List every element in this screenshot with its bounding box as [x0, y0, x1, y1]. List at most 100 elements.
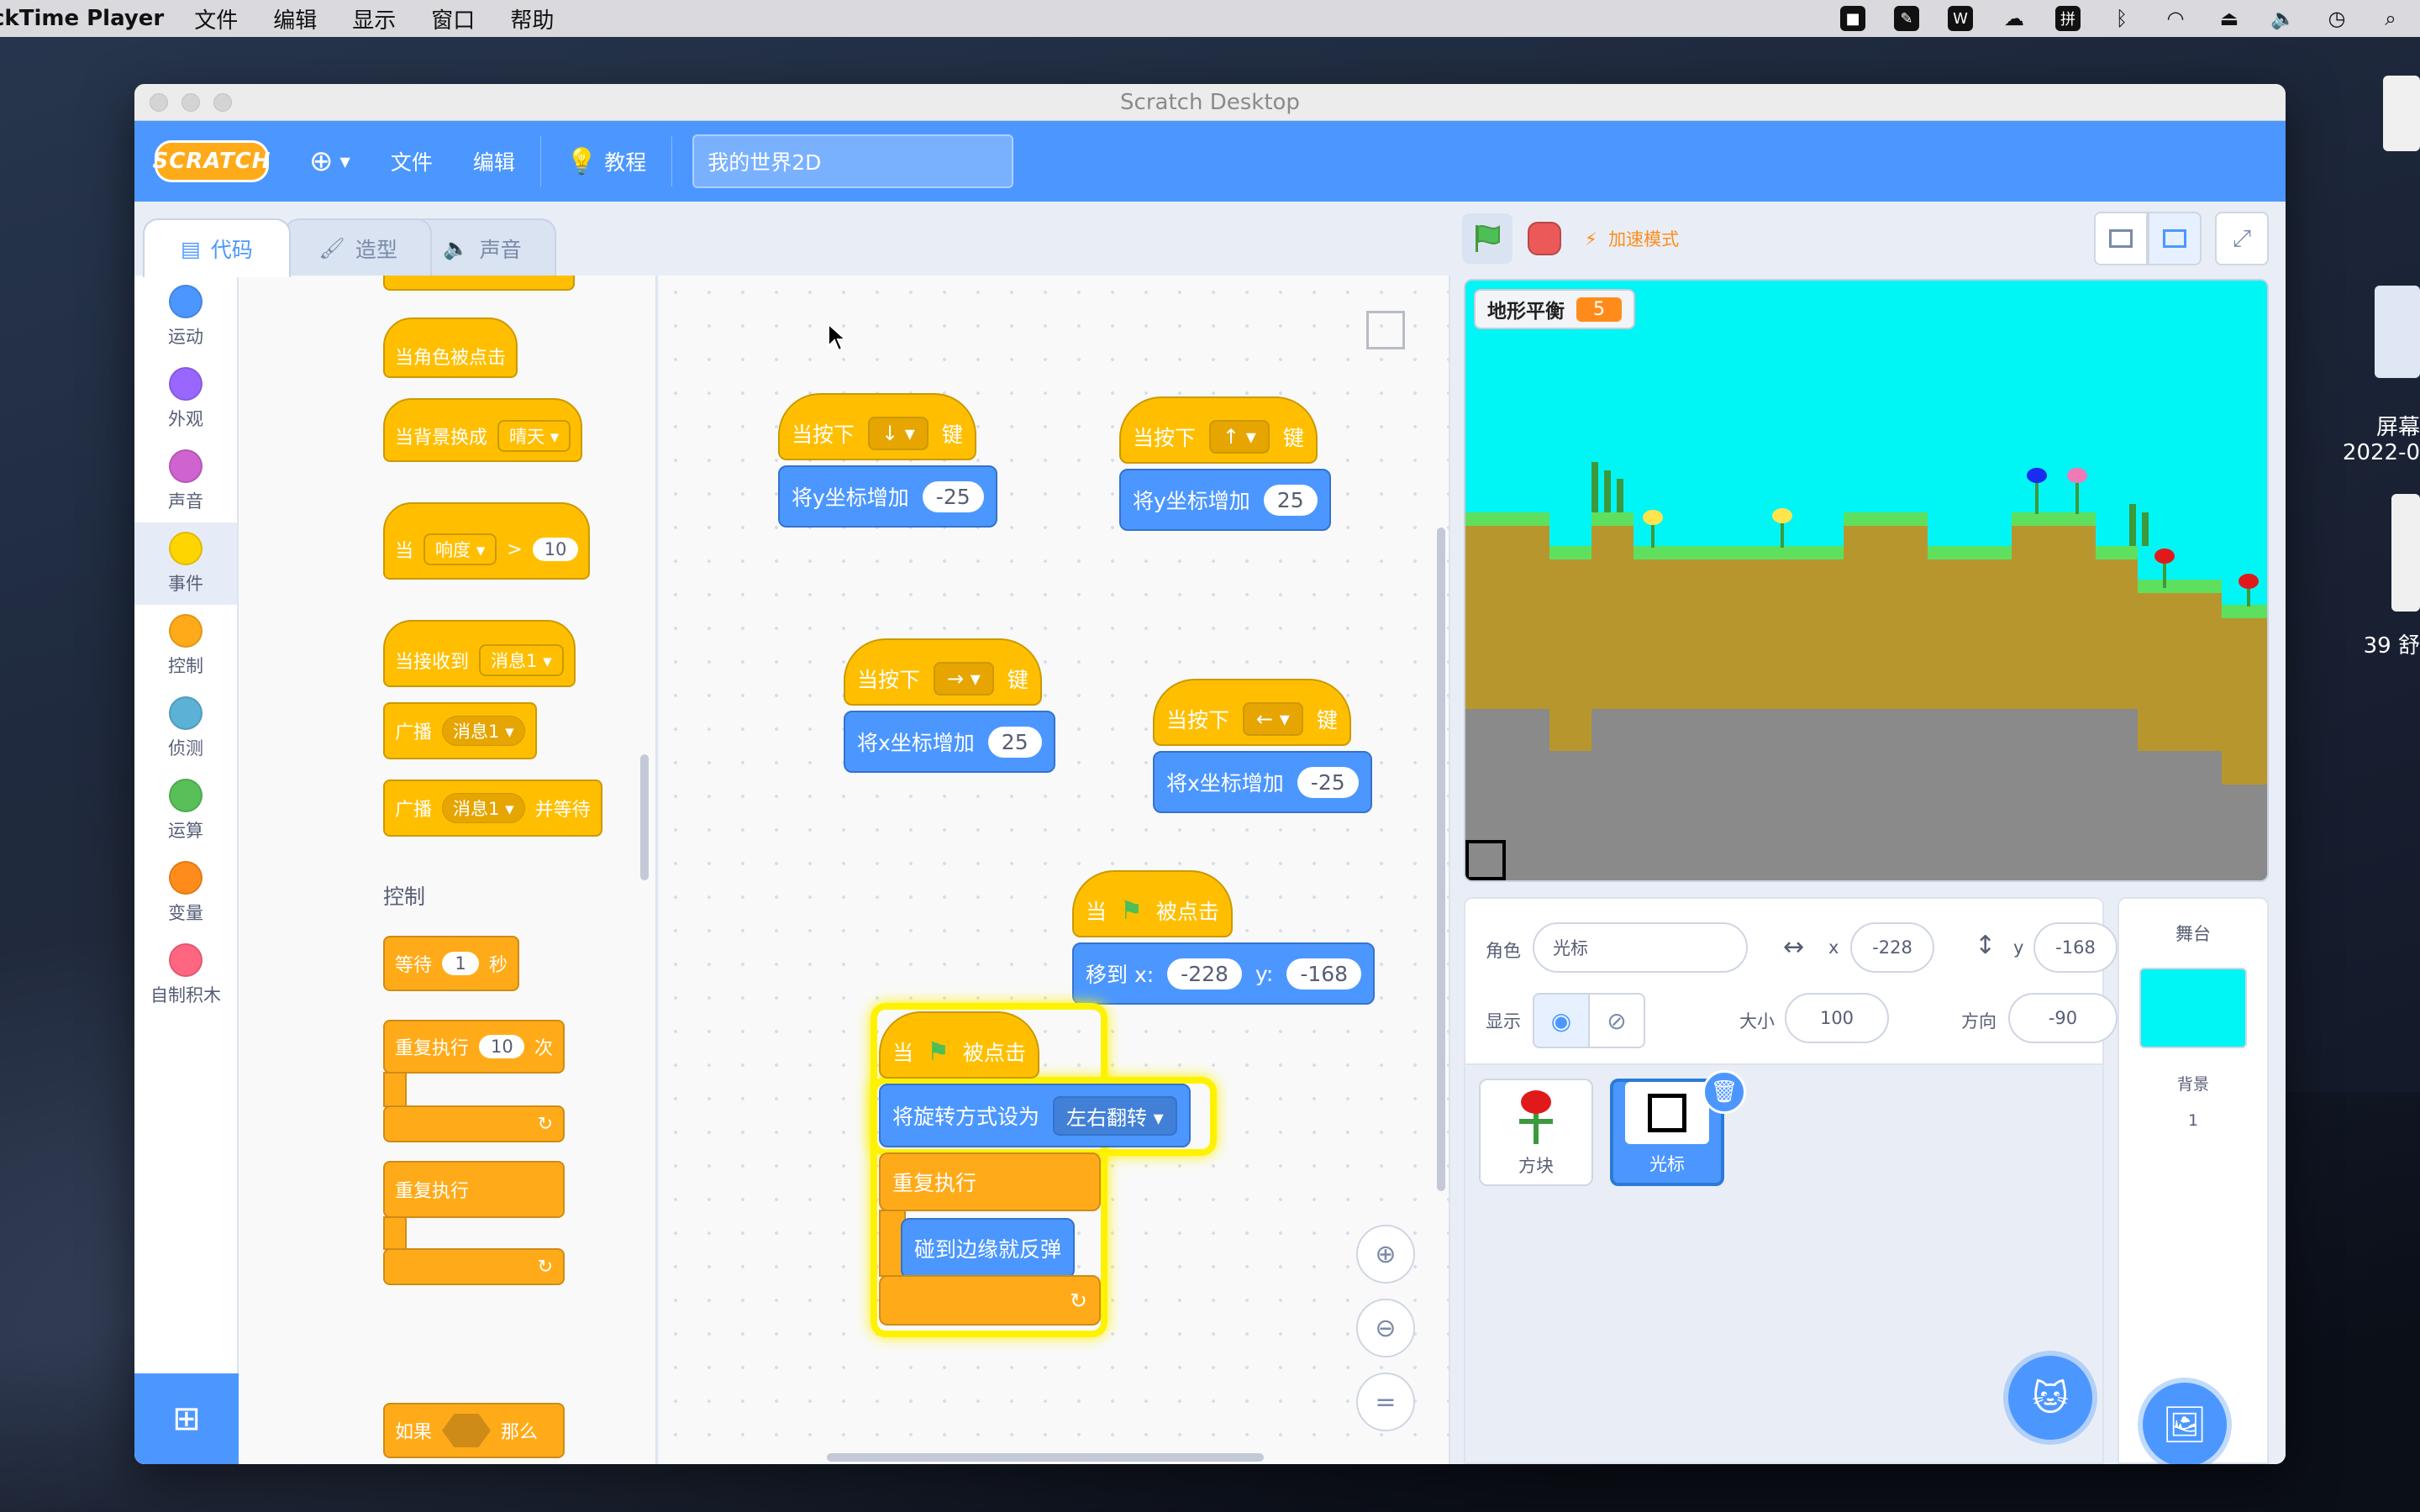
menu-view[interactable]: 显示 [352, 3, 396, 34]
goto-y-input[interactable]: -168 [1286, 958, 1362, 990]
edit-menu[interactable]: 编辑 [473, 146, 515, 176]
change-x-input[interactable]: -25 [1297, 766, 1359, 798]
input-method-icon[interactable]: 拼 [2055, 6, 2081, 31]
wps-icon[interactable]: W [1948, 6, 1973, 31]
language-menu[interactable]: ⊕ ▼ [309, 144, 350, 178]
block-broadcast-and-wait[interactable]: 广播 消息1 ▾ 并等待 [383, 780, 602, 837]
palette-scrollbar[interactable] [640, 754, 649, 880]
category-control[interactable]: 控制 [134, 605, 237, 687]
block-repeat[interactable]: 重复执行 10 次 [383, 1020, 565, 1074]
x-position-field[interactable]: -228 [1850, 922, 1934, 973]
change-y-input[interactable]: -25 [922, 480, 984, 512]
green-flag-button[interactable] [1462, 213, 1512, 264]
wait-input[interactable]: 1 [442, 952, 480, 975]
when-flag-clicked-hat-2[interactable]: 当 ⚑ 被点击 [879, 1011, 1039, 1079]
change-y-down-block[interactable]: 将y坐标增加 -25 [778, 465, 997, 528]
category-motion[interactable]: 运动 [134, 276, 237, 358]
stop-record-icon[interactable]: ■ [1840, 6, 1865, 31]
palette-block-partial[interactable] [383, 276, 575, 291]
stage-canvas[interactable]: 地形平衡 5 [1464, 279, 2269, 882]
block-forever[interactable]: 重复执行 [383, 1161, 565, 1218]
desktop-file-thumbnail[interactable] [2383, 76, 2420, 151]
when-key-up-hat[interactable]: 当按下 ↑ ▾ 键 [1119, 396, 1318, 464]
workspace-horizontal-scrollbar[interactable] [827, 1453, 1264, 1462]
repeat-input[interactable]: 10 [479, 1035, 524, 1058]
sprite-name-field[interactable]: 光标 [1533, 922, 1748, 973]
change-y-input[interactable]: 25 [1263, 484, 1318, 516]
rotation-style-dropdown[interactable]: 左右翻转 ▾ [1053, 1095, 1177, 1136]
when-flag-clicked-hat[interactable]: 当 ⚑ 被点击 [1072, 870, 1233, 937]
category-sound[interactable]: 声音 [134, 440, 237, 522]
category-events[interactable]: 事件 [134, 522, 237, 605]
goto-xy-block[interactable]: 移到 x: -228 y: -168 [1072, 942, 1376, 1005]
hide-sprite-button[interactable]: ⊘ [1588, 993, 1645, 1048]
y-position-field[interactable]: -168 [2033, 922, 2118, 973]
desktop-screenshot-thumbnail[interactable] [2375, 286, 2420, 378]
backdrop-dropdown[interactable]: 晴天 ▾ [497, 420, 571, 452]
block-wait[interactable]: 等待 1 秒 [383, 936, 520, 991]
airplay-icon[interactable]: ⏏ [2217, 6, 2242, 31]
zoom-in-button[interactable]: ⊕ [1356, 1225, 1415, 1284]
category-variables[interactable]: 变量 [134, 852, 237, 934]
volume-icon[interactable]: 🔈 [2270, 6, 2296, 31]
change-x-input[interactable]: 25 [987, 726, 1042, 758]
add-backdrop-button[interactable]: 🖼 [2143, 1383, 2227, 1464]
scratch-logo[interactable]: SCRATCH [152, 140, 271, 182]
forever-block[interactable]: 重复执行 [879, 1152, 1101, 1211]
show-sprite-button[interactable]: ◉ [1533, 993, 1590, 1048]
bounce-on-edge-block[interactable]: 碰到边缘就反弹 [901, 1218, 1076, 1278]
add-extension-button[interactable]: ⊞ [134, 1373, 239, 1464]
tutorials-button[interactable]: 💡 教程 [566, 146, 646, 176]
direction-field[interactable]: -90 [2008, 993, 2118, 1043]
when-key-left-hat[interactable]: 当按下 ← ▾ 键 [1153, 679, 1351, 746]
boolean-slot[interactable] [442, 1414, 492, 1447]
tab-code[interactable]: ▤ 代码 [143, 218, 291, 277]
block-if-then[interactable]: 如果 那么 [383, 1403, 565, 1458]
file-menu[interactable]: 文件 [391, 146, 433, 176]
fullscreen-button[interactable]: ⤢ [2215, 212, 2269, 265]
key-up-dropdown[interactable]: ↑ ▾ [1209, 420, 1270, 454]
menu-window[interactable]: 窗口 [431, 3, 475, 34]
zoom-reset-button[interactable]: = [1356, 1373, 1415, 1431]
change-x-left-block[interactable]: 将x坐标增加 -25 [1153, 751, 1372, 813]
set-rotation-style-block[interactable]: 将旋转方式设为 左右翻转 ▾ [879, 1084, 1191, 1147]
key-left-dropdown[interactable]: ← ▾ [1243, 702, 1303, 736]
message-dropdown[interactable]: 消息1 ▾ [479, 644, 564, 676]
bluetooth-icon[interactable]: ᛒ [2109, 6, 2134, 31]
delete-sprite-button[interactable]: 🗑 [1702, 1070, 1746, 1114]
stop-button[interactable] [1528, 222, 1561, 255]
broadcast-dropdown[interactable]: 消息1 ▾ [442, 716, 525, 746]
change-x-right-block[interactable]: 将x坐标增加 25 [844, 711, 1055, 773]
when-key-down-hat[interactable]: 当按下 ↓ ▾ 键 [778, 393, 976, 460]
menu-help[interactable]: 帮助 [510, 3, 554, 34]
tab-costumes[interactable]: 🖌 造型 [284, 218, 432, 277]
block-when-sprite-clicked[interactable]: 当角色被点击 [383, 318, 518, 378]
menu-file[interactable]: 文件 [194, 3, 238, 34]
stage-target-pane[interactable]: 舞台 背景 1 🖼 [2118, 897, 2269, 1464]
category-sensing[interactable]: 侦测 [134, 687, 237, 769]
app-name[interactable]: ckTime Player [0, 6, 164, 31]
when-key-right-hat[interactable]: 当按下 → ▾ 键 [844, 638, 1042, 706]
window-titlebar[interactable]: Scratch Desktop [134, 84, 2286, 121]
code-workspace[interactable]: 当按下 ↓ ▾ 键 将y坐标增加 -25 当按下 ↑ ▾ 键 将y坐标增加 25… [659, 276, 1450, 1464]
key-right-dropdown[interactable]: → ▾ [934, 662, 994, 696]
large-stage-button[interactable] [2148, 212, 2202, 265]
block-when-backdrop-switches[interactable]: 当背景换成 晴天 ▾ [383, 398, 583, 462]
spotlight-search-icon[interactable]: ⌕ [2378, 6, 2403, 31]
pen-app-icon[interactable]: ✎ [1894, 6, 1919, 31]
block-broadcast[interactable]: 广播 消息1 ▾ [383, 702, 537, 759]
clock-icon[interactable]: ◷ [2324, 6, 2349, 31]
menu-edit[interactable]: 编辑 [273, 3, 317, 34]
change-y-up-block[interactable]: 将y坐标增加 25 [1119, 469, 1331, 531]
zoom-out-button[interactable]: ⊖ [1356, 1299, 1415, 1357]
goto-x-input[interactable]: -228 [1167, 958, 1242, 990]
category-operators[interactable]: 运算 [134, 769, 237, 852]
wifi-icon[interactable]: ◠ [2163, 6, 2188, 31]
block-when-loudness[interactable]: 当 响度 ▾ > 10 [383, 502, 591, 580]
backdrop-thumbnail[interactable] [2139, 968, 2247, 1048]
block-when-receive[interactable]: 当接收到 消息1 ▾ [383, 620, 576, 687]
key-down-dropdown[interactable]: ↓ ▾ [868, 417, 929, 450]
category-my-blocks[interactable]: 自制积木 [134, 934, 237, 1016]
small-stage-button[interactable] [2094, 212, 2148, 265]
workspace-vertical-scrollbar[interactable] [1437, 528, 1445, 1191]
